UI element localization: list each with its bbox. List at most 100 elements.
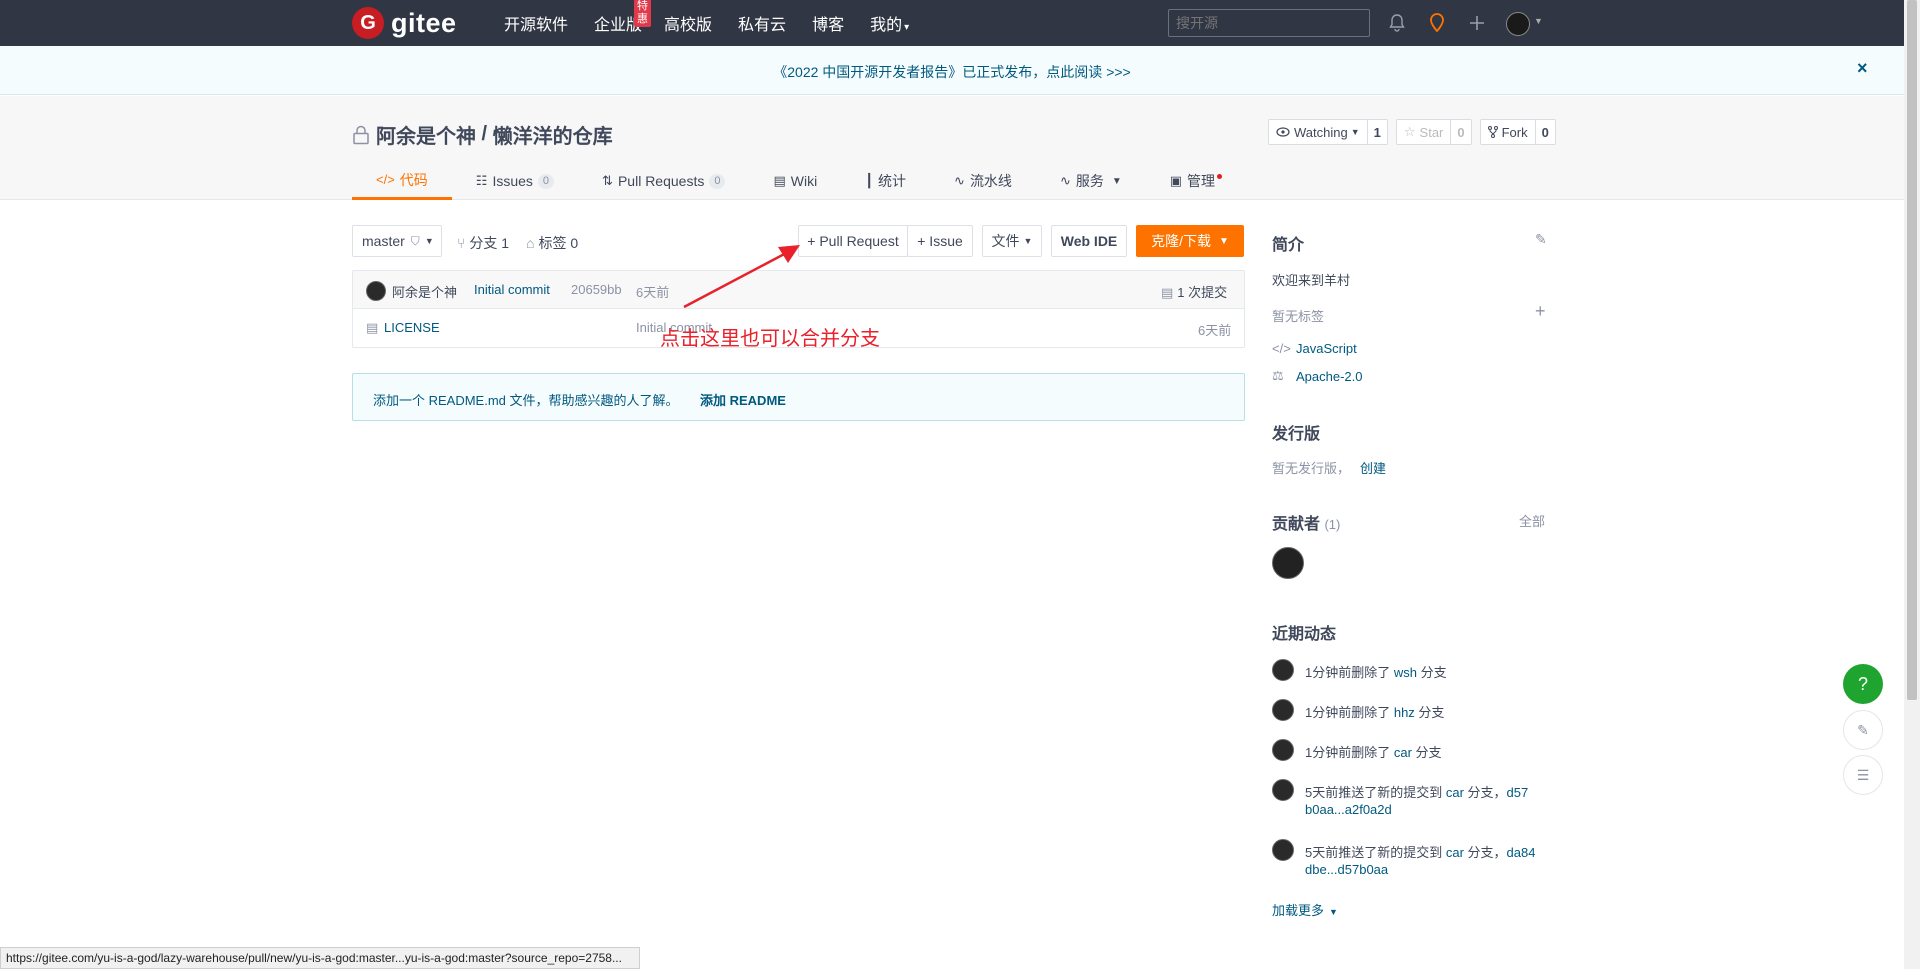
file-menu-button[interactable]: 文件 ▼ [982, 225, 1042, 257]
clone-download-button[interactable]: 克隆/下载 ▼ [1136, 225, 1244, 257]
activity-post: 分支， [1463, 785, 1507, 800]
close-icon[interactable]: × [1857, 58, 1868, 79]
commit-count-link[interactable]: ▤ 1 次提交 [1161, 282, 1227, 301]
avatar-chevron-down-icon[interactable]: ▼ [1534, 16, 1543, 26]
activity-avatar[interactable] [1272, 739, 1294, 761]
license-link[interactable]: Apache-2.0 [1296, 369, 1363, 384]
add-readme-link[interactable]: 添加 README [700, 390, 786, 409]
issues-icon: ☷ [475, 173, 488, 188]
commit-count: 1 次提交 [1177, 285, 1228, 300]
watch-button[interactable]: Watching ▼ 1 [1268, 119, 1388, 145]
tab-services[interactable]: ∿ 服务 ▼ [1036, 162, 1146, 200]
repo-tabs: </> 代码 ☷ Issues 0 ⇅ Pull Requests 0 ▤ Wiki ┃ 统计… [352, 162, 1239, 200]
commit-message[interactable]: Initial commit [474, 282, 550, 297]
eye-icon [1276, 127, 1290, 137]
load-more-button[interactable]: 加载更多 ▼ [1272, 900, 1338, 919]
tab-manage[interactable]: ▣ 管理 [1146, 162, 1239, 200]
tab-manage-label: 管理 [1187, 173, 1216, 189]
license-scale-icon: ⚖ [1272, 368, 1284, 383]
tab-services-label: 服务 [1075, 173, 1104, 189]
activity-pre: 1分钟前删除了 [1305, 705, 1394, 720]
watch-chevron-down-icon: ▼ [1350, 127, 1360, 137]
repo-name-link[interactable]: 懒洋洋的仓库 [493, 120, 613, 149]
activity-pre: 1分钟前删除了 [1305, 665, 1394, 680]
activity-post: 分支， [1463, 845, 1507, 860]
bell-icon[interactable] [1385, 11, 1409, 35]
activity-post: 分支 [1411, 745, 1442, 760]
activity-text: 1分钟前删除了 hhz 分支 [1305, 702, 1444, 721]
activity-avatar[interactable] [1272, 779, 1294, 801]
activity-avatar[interactable] [1272, 659, 1294, 681]
branches-link[interactable]: ⑂ 分支 1 [457, 233, 509, 253]
branches-label: 分支 1 [469, 235, 510, 251]
add-tag-plus-icon[interactable]: + [1535, 301, 1546, 322]
activity-branch-link[interactable]: wsh [1394, 665, 1417, 680]
nav-education[interactable]: 高校版 [664, 11, 712, 35]
search-input[interactable] [1168, 9, 1370, 37]
commit-range-link[interactable]: da84 [1507, 845, 1536, 860]
no-tags-text: 暂无标签 [1272, 309, 1325, 324]
file-name-link[interactable]: LICENSE [384, 320, 440, 335]
tags-label: 标签 0 [538, 235, 579, 251]
activity-avatar[interactable] [1272, 699, 1294, 721]
fork-button[interactable]: Fork 0 [1479, 119, 1556, 145]
star-label: Star [1419, 124, 1444, 140]
commit-range-link[interactable]: d57 [1507, 785, 1529, 800]
tags-link[interactable]: ⌂ 标签 0 [526, 233, 578, 253]
activity-branch-link[interactable]: hhz [1394, 705, 1415, 720]
gitee-logo[interactable]: G gitee [352, 7, 457, 39]
tab-issues[interactable]: ☷ Issues 0 [452, 162, 578, 200]
top-navbar: G gitee 开源软件 企业版特惠 高校版 私有云 博客 我的▾ ▼ [0, 0, 1920, 46]
activity-branch-link[interactable]: car [1446, 785, 1464, 800]
scrollbar-thumb[interactable] [1907, 0, 1917, 700]
activity-title: 近期动态 [1272, 626, 1337, 643]
code-icon: </> [376, 172, 395, 187]
no-release-text: 暂无发行版， [1272, 461, 1351, 476]
commit-range-link-cont[interactable]: dbe...d57b0aa [1305, 862, 1388, 877]
repo-owner-link[interactable]: 阿余是个神 [376, 120, 476, 149]
author-avatar[interactable] [366, 281, 386, 301]
nav-mine[interactable]: 我的 ▾ [870, 11, 909, 35]
feedback-edit-icon[interactable]: ✎ [1843, 710, 1883, 750]
tab-stats[interactable]: ┃ 统计 [841, 162, 930, 200]
language-link[interactable]: JavaScript [1296, 341, 1357, 356]
branch-selector[interactable]: master ⛉ ▼ [352, 225, 442, 257]
chat-icon[interactable]: ☰ [1843, 755, 1883, 795]
activity-branch-link[interactable]: car [1446, 845, 1464, 860]
plus-icon[interactable] [1465, 11, 1489, 35]
all-contributors-link[interactable]: 全部 [1519, 511, 1545, 530]
commit-author[interactable]: 阿余是个神 [392, 282, 457, 301]
manage-icon: ▣ [1169, 173, 1183, 188]
tab-pipeline[interactable]: ∿ 流水线 [930, 162, 1036, 200]
announcement-link[interactable]: 《2022 中国开源开发者报告》已正式发布，点此阅读 >>> [0, 62, 1904, 82]
activity-pre: 5天前推送了新的提交到 [1305, 785, 1446, 800]
readme-hint: 添加一个 README.md 文件，帮助感兴趣的人了解。 添加 README [352, 373, 1245, 421]
repo-title: 阿余是个神 / 懒洋洋的仓库 [352, 120, 613, 149]
nav-private-cloud[interactable]: 私有云 [738, 11, 786, 35]
browser-status-bar: https://gitee.com/yu-is-a-god/lazy-wareh… [0, 947, 640, 969]
create-release-link[interactable]: 创建 [1360, 458, 1386, 477]
readme-hint-text: 添加一个 README.md 文件，帮助感兴趣的人了解。 [373, 393, 679, 408]
star-button[interactable]: ☆ Star 0 [1395, 119, 1472, 145]
activity-avatar[interactable] [1272, 839, 1294, 861]
promo-badge: 特惠 [634, 0, 652, 27]
pull-request-icon: ⇅ [602, 173, 613, 188]
web-ide-button[interactable]: Web IDE [1051, 225, 1127, 257]
activity-branch-link[interactable]: car [1394, 745, 1412, 760]
edit-icon[interactable]: ✎ [1535, 231, 1547, 248]
map-pin-icon[interactable] [1425, 11, 1449, 35]
user-avatar[interactable] [1506, 12, 1530, 36]
tab-code[interactable]: </> 代码 [352, 162, 452, 200]
tab-wiki[interactable]: ▤ Wiki [749, 162, 841, 200]
new-issue-button[interactable]: + Issue [907, 225, 973, 257]
nav-enterprise[interactable]: 企业版 特惠 [594, 0, 652, 35]
nav-open-source[interactable]: 开源软件 [504, 11, 568, 35]
activity-post: 分支 [1414, 705, 1445, 720]
tab-pull-requests[interactable]: ⇅ Pull Requests 0 [578, 162, 749, 200]
help-button[interactable]: ? [1843, 664, 1883, 704]
contributor-avatar[interactable] [1272, 547, 1304, 579]
watch-label: Watching [1294, 124, 1348, 140]
commit-hash[interactable]: 20659bb [571, 282, 622, 297]
commit-range-link-cont[interactable]: b0aa...a2f0a2d [1305, 802, 1392, 817]
nav-blog[interactable]: 博客 [812, 11, 844, 35]
